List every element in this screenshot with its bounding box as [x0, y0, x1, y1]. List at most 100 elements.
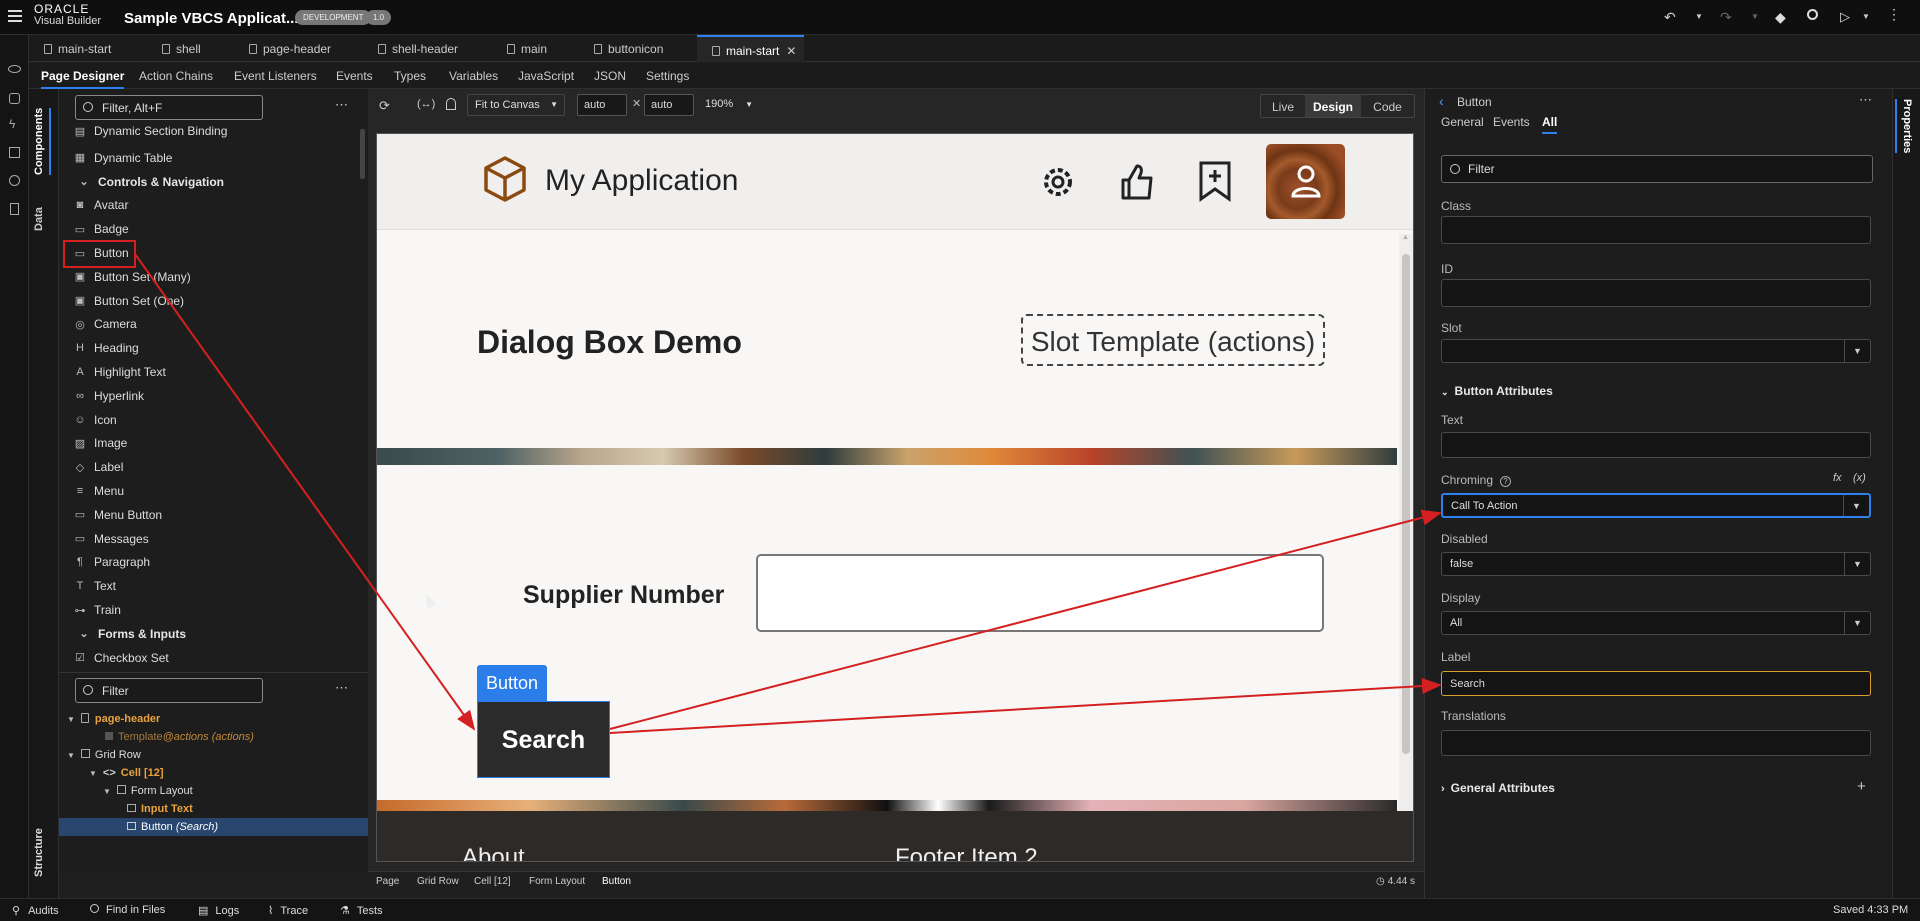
refresh-icon[interactable]: ⟳ — [379, 98, 390, 114]
status-find-in-files[interactable]: Find in Files — [90, 904, 165, 916]
database-icon[interactable] — [9, 93, 20, 104]
fit-to-canvas-select[interactable]: Fit to Canvas ▼ — [467, 94, 565, 116]
display-select[interactable]: All ▼ — [1441, 611, 1871, 635]
mode-code[interactable]: Code — [1361, 95, 1414, 117]
class-input[interactable] — [1441, 216, 1871, 244]
component-item[interactable]: ▤ Dynamic Section Binding — [59, 123, 359, 142]
tab-json[interactable]: JSON — [594, 69, 626, 83]
status-tests[interactable]: ⚗ Tests — [340, 904, 383, 917]
caret-down-icon[interactable]: ▼ — [67, 715, 75, 724]
mode-live[interactable]: Live — [1261, 95, 1305, 117]
diamond-icon[interactable]: ◆ — [1775, 9, 1786, 26]
tab-data[interactable]: Data — [33, 207, 45, 231]
breadcrumb-button[interactable]: Button — [602, 876, 631, 887]
component-item[interactable]: ☺ Icon — [59, 409, 359, 431]
search-button[interactable]: Search — [477, 701, 610, 778]
components-more-icon[interactable]: ⋯ — [335, 97, 348, 113]
component-section[interactable]: ⌄ Forms & Inputs — [59, 623, 359, 645]
footer-about[interactable]: About — [462, 844, 525, 861]
text-input[interactable] — [1441, 432, 1871, 458]
run-dropdown-icon[interactable]: ▼ — [1862, 12, 1870, 21]
components-filter[interactable]: Filter, Alt+F — [75, 95, 263, 120]
footer-item-2[interactable]: Footer Item 2 — [895, 844, 1038, 861]
variables-toggle-icon[interactable]: (↔) — [417, 98, 435, 110]
components-scrollbar[interactable] — [360, 129, 365, 179]
slot-template-actions[interactable]: Slot Template (actions) — [1021, 314, 1325, 366]
component-item[interactable]: ≡ Menu — [59, 480, 359, 502]
structure-filter[interactable]: Filter — [75, 678, 263, 703]
prop-tab-general[interactable]: General — [1441, 115, 1484, 129]
component-item[interactable]: ▭ Menu Button — [59, 504, 359, 526]
tab-variables[interactable]: Variables — [449, 69, 498, 83]
undo-dropdown-icon[interactable]: ▼ — [1695, 12, 1703, 21]
tab-types[interactable]: Types — [394, 69, 426, 83]
disabled-select[interactable]: false ▼ — [1441, 552, 1871, 576]
preview-scrollbar[interactable]: ▲ ▼ — [1399, 234, 1413, 854]
user-avatar[interactable] — [1266, 144, 1345, 219]
eye-icon[interactable] — [8, 65, 21, 73]
thumbs-up-icon[interactable] — [1117, 162, 1157, 202]
component-item[interactable]: ◇ Label — [59, 456, 359, 478]
fx-expression-icon[interactable]: fx — [1833, 472, 1842, 484]
settings-gear-icon[interactable] — [1038, 162, 1078, 202]
component-item[interactable]: ▦ Dynamic Table — [59, 147, 359, 169]
breadcrumb-form-layout[interactable]: Form Layout — [529, 876, 585, 887]
mode-design[interactable]: Design — [1305, 95, 1361, 117]
button-attributes-section[interactable]: ⌄ Button Attributes — [1441, 384, 1553, 398]
user-icon[interactable] — [446, 98, 456, 110]
tree-node-form-layout[interactable]: ▼ Form Layout — [103, 785, 193, 797]
component-item[interactable]: ▨ Image — [59, 432, 359, 454]
file-tab-shell[interactable]: shell — [162, 42, 201, 56]
supplier-number-input[interactable] — [756, 554, 1324, 632]
back-chevron-icon[interactable]: ‹ — [1439, 93, 1444, 109]
translations-input[interactable] — [1441, 730, 1871, 756]
more-menu-icon[interactable]: ⋮ — [1887, 6, 1901, 23]
id-input[interactable] — [1441, 279, 1871, 307]
caret-down-icon[interactable]: ▼ — [89, 769, 97, 778]
prop-tab-events[interactable]: Events — [1493, 115, 1530, 129]
tree-node-grid-row[interactable]: ▼ Grid Row — [67, 749, 141, 761]
breadcrumb-grid-row[interactable]: Grid Row — [417, 876, 459, 887]
redo-icon[interactable]: ↷ — [1720, 9, 1732, 26]
run-icon[interactable]: ▷ — [1840, 9, 1850, 25]
search-icon[interactable] — [1807, 9, 1818, 20]
tree-node-page-header[interactable]: ▼ page-header — [67, 713, 160, 725]
canvas-width-input[interactable]: auto — [577, 94, 627, 116]
component-item[interactable]: ▭ Badge — [59, 218, 359, 240]
status-logs[interactable]: ▤ Logs — [198, 904, 239, 917]
chroming-select[interactable]: Call To Action ▼ — [1441, 493, 1871, 518]
structure-more-icon[interactable]: ⋯ — [335, 680, 348, 696]
undo-icon[interactable]: ↶ — [1664, 9, 1676, 26]
tree-node-button-selected[interactable]: Button (Search) — [59, 818, 368, 836]
puzzle-icon[interactable] — [9, 147, 20, 158]
properties-more-icon[interactable]: ⋯ — [1859, 92, 1872, 108]
file-tab-main-start-active[interactable]: main-start ✕ — [697, 35, 805, 62]
file-tab-page-header[interactable]: page-header — [249, 42, 331, 56]
general-attributes-section[interactable]: › General Attributes — [1441, 781, 1555, 795]
slot-select[interactable]: ▼ — [1441, 339, 1871, 363]
component-item[interactable]: ▣ Button Set (One) — [59, 290, 359, 312]
variable-binding-icon[interactable]: (x) — [1853, 472, 1866, 484]
file-tab-main[interactable]: main — [507, 42, 547, 56]
scroll-up-icon[interactable]: ▲ — [1402, 234, 1409, 241]
zoom-select[interactable]: 190% ▼ — [705, 98, 753, 110]
tab-action-chains[interactable]: Action Chains — [139, 69, 213, 83]
redo-dropdown-icon[interactable]: ▼ — [1751, 12, 1759, 21]
tree-node-template[interactable]: Template@actions (actions) — [105, 731, 254, 743]
component-item[interactable]: ◙ Avatar — [59, 194, 359, 216]
palette-icon[interactable] — [9, 175, 20, 186]
properties-filter[interactable]: Filter — [1441, 155, 1873, 183]
component-section[interactable]: ⌄ Controls & Navigation — [59, 171, 359, 193]
project-title[interactable]: Sample VBCS Applicat... — [124, 10, 299, 27]
component-item[interactable]: ▭ Messages — [59, 528, 359, 550]
breadcrumb-cell[interactable]: Cell [12] — [474, 876, 511, 887]
component-item[interactable]: ◎ Camera — [59, 313, 359, 335]
tab-settings[interactable]: Settings — [646, 69, 689, 83]
caret-down-icon[interactable]: ▼ — [103, 787, 111, 796]
breadcrumb-page[interactable]: Page — [376, 876, 399, 887]
component-item[interactable]: ¶ Paragraph — [59, 551, 359, 573]
component-item[interactable]: ∞ Hyperlink — [59, 385, 359, 407]
tab-event-listeners[interactable]: Event Listeners — [234, 69, 317, 83]
component-item[interactable]: ▭ Button — [59, 242, 359, 264]
component-item[interactable]: ▣ Button Set (Many) — [59, 266, 359, 288]
